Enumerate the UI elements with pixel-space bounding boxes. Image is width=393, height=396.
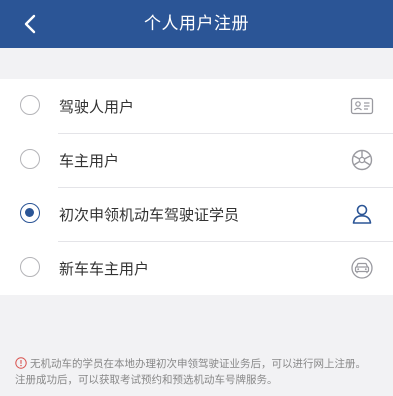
option-label: 驾驶人用户 (59, 97, 135, 116)
option-first-time-learner[interactable]: 初次申领机动车驾驶证学员 (0, 187, 393, 241)
option-label: 新车车主用户 (59, 259, 150, 278)
radio-button[interactable] (20, 149, 40, 169)
option-driver-user[interactable]: 驾驶人用户 (0, 79, 393, 133)
user-type-list: 驾驶人用户 车主用户 初次申领机动车驾驶证学员 新车车主用户 (0, 79, 393, 295)
notice-text: 无机动车的学员在本地办理初次申领驾驶证业务后，可以进行网上注册。注册成功后，可以… (15, 358, 366, 386)
radio-button-selected[interactable] (20, 203, 40, 223)
steering-wheel-icon (350, 148, 374, 172)
radio-button[interactable] (20, 257, 40, 277)
option-label: 车主用户 (59, 151, 120, 170)
option-vehicle-owner[interactable]: 车主用户 (0, 133, 393, 187)
radio-button[interactable] (20, 95, 40, 115)
person-icon (350, 202, 374, 226)
page-title: 个人用户注册 (144, 14, 249, 34)
warning-icon (15, 357, 27, 369)
id-card-icon (350, 94, 374, 118)
top-bar: 个人用户注册 (0, 0, 393, 48)
car-front-icon (350, 256, 374, 280)
option-label: 初次申领机动车驾驶证学员 (59, 205, 240, 224)
registration-notice: 无机动车的学员在本地办理初次申领驾驶证业务后，可以进行网上注册。注册成功后，可以… (15, 356, 375, 388)
option-new-car-owner[interactable]: 新车车主用户 (0, 241, 393, 295)
